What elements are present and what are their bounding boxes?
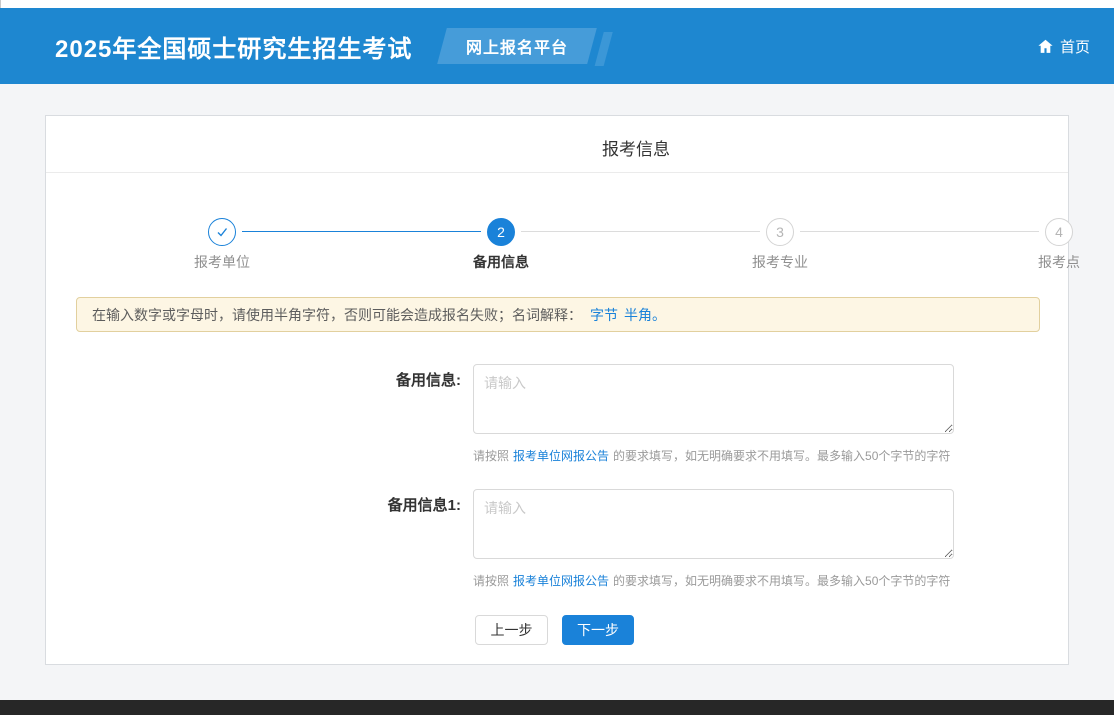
step-3-circle: 3 (766, 218, 794, 246)
check-icon (215, 225, 229, 239)
backup-info1-label: 备用信息1: (301, 494, 461, 515)
unit-announcement-link[interactable]: 报考单位网报公告 (513, 574, 609, 588)
platform-badge-label: 网上报名平台 (466, 34, 568, 58)
halfwidth-notice-banner: 在输入数字或字母时，请使用半角字符，否则可能会造成报名失败；名词解释： 字节 半… (76, 297, 1040, 332)
step-2-number: 2 (497, 224, 505, 240)
badge-accent-sliver (595, 32, 613, 66)
halfwidth-definition-link[interactable]: 半角 (624, 305, 652, 325)
backup-info1-help: 请按照报考单位网报公告的要求填写，如无明确要求不用填写。最多输入50个字节的字符 (473, 572, 950, 589)
step-4-label: 报考点 (989, 252, 1114, 272)
step-4-circle: 4 (1045, 218, 1073, 246)
step-2-label: 备用信息 (431, 252, 571, 272)
form-card: 报考信息 报考单位 2 备用信息 3 报考专业 4 报考点 在输入数字或字母时，… (45, 115, 1069, 665)
previous-step-button[interactable]: 上一步 (475, 615, 548, 645)
next-step-button[interactable]: 下一步 (562, 615, 634, 645)
home-link-label: 首页 (1060, 36, 1090, 57)
step-1-label: 报考单位 (152, 252, 292, 272)
backup-info-label: 备用信息: (301, 369, 461, 390)
notice-suffix: 。 (652, 305, 666, 325)
step-connector-1 (242, 231, 481, 232)
step-4-number: 4 (1055, 224, 1063, 240)
help-suffix: 的要求填写，如无明确要求不用填写。最多输入50个字节的字符 (613, 574, 950, 588)
footer-bar (0, 700, 1114, 715)
app-header: 2025年全国硕士研究生招生考试 网上报名平台 首页 (0, 8, 1114, 84)
platform-badge: 网上报名平台 (438, 28, 598, 64)
step-2-circle: 2 (487, 218, 515, 246)
top-strip (0, 0, 1114, 8)
card-header: 报考信息 (46, 116, 1068, 173)
page-title: 报考信息 (551, 135, 721, 160)
home-icon (1037, 38, 1054, 55)
notice-text: 在输入数字或字母时，请使用半角字符，否则可能会造成报名失败；名词解释： (92, 305, 582, 325)
home-link[interactable]: 首页 (1037, 8, 1090, 84)
backup-info-help: 请按照报考单位网报公告的要求填写，如无明确要求不用填写。最多输入50个字节的字符 (473, 447, 950, 464)
byte-definition-link[interactable]: 字节 (590, 305, 618, 325)
app-title: 2025年全国硕士研究生招生考试 (55, 29, 412, 64)
step-connector-3 (800, 231, 1039, 232)
backup-info1-textarea[interactable] (473, 489, 954, 559)
registration-page: 2025年全国硕士研究生招生考试 网上报名平台 首页 报考信息 报考单位 2 (0, 0, 1114, 715)
step-3-number: 3 (776, 224, 784, 240)
step-3-label: 报考专业 (710, 252, 850, 272)
help-prefix: 请按照 (473, 449, 509, 463)
help-prefix: 请按照 (473, 574, 509, 588)
step-connector-2 (521, 231, 760, 232)
unit-announcement-link[interactable]: 报考单位网报公告 (513, 449, 609, 463)
step-1-circle (208, 218, 236, 246)
help-suffix: 的要求填写，如无明确要求不用填写。最多输入50个字节的字符 (613, 449, 950, 463)
backup-info-textarea[interactable] (473, 364, 954, 434)
